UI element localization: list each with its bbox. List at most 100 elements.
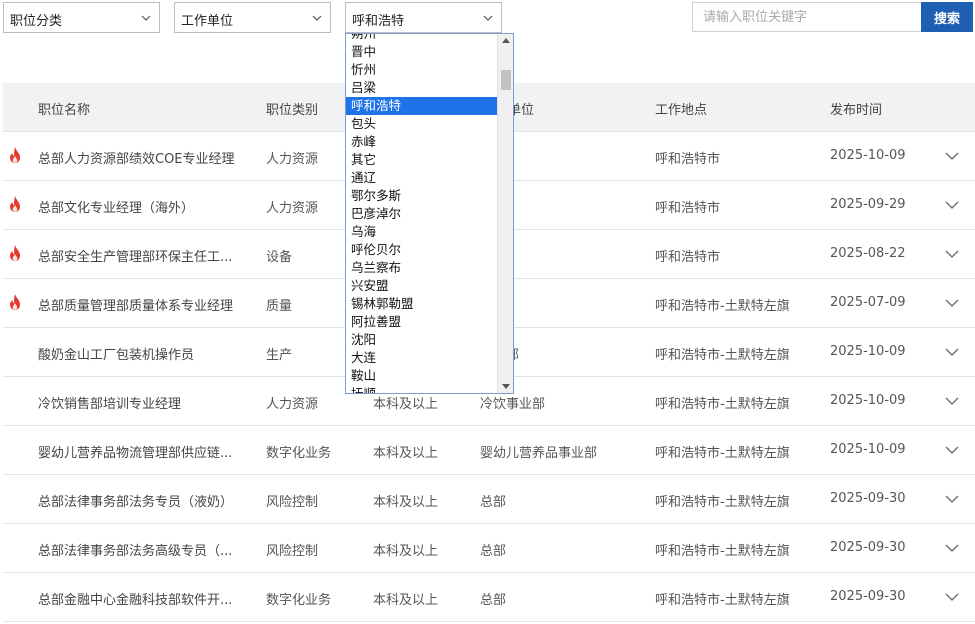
dropdown-option[interactable]: 包头 <box>346 115 497 133</box>
work-location: 呼和浩特市-土默特左旗 <box>655 397 790 412</box>
table-row[interactable]: 婴幼儿营养品物流管理部供应链... 数字化业务 本科及以上 婴幼儿营养品事业部 呼和浩特… <box>3 426 975 475</box>
fire-icon <box>10 196 20 212</box>
publish-date: 2025-09-30 <box>830 540 906 555</box>
job-name[interactable]: 冷饮销售部培训专业经理 <box>38 393 253 412</box>
education-requirement: 本科及以上 <box>373 397 439 412</box>
chevron-down-icon[interactable] <box>945 445 959 455</box>
dropdown-option[interactable]: 抚顺 <box>346 385 497 393</box>
job-category: 风险控制 <box>266 495 319 510</box>
job-category: 人力资源 <box>266 397 319 412</box>
publish-date: 2025-09-29 <box>830 197 906 212</box>
keyword-search-input[interactable] <box>692 2 922 32</box>
dropdown-option[interactable]: 阿拉善盟 <box>346 313 497 331</box>
job-name[interactable]: 总部法律事务部法务专员（液奶） <box>38 491 253 510</box>
dropdown-option[interactable]: 通辽 <box>346 169 497 187</box>
publish-date: 2025-10-09 <box>830 148 906 163</box>
publish-date: 2025-07-09 <box>830 295 906 310</box>
education-requirement: 本科及以上 <box>373 495 439 510</box>
job-name[interactable]: 总部安全生产管理部环保主任工... <box>38 246 253 265</box>
job-name[interactable]: 总部文化专业经理（海外） <box>38 197 253 216</box>
work-unit: 总部 <box>480 593 507 608</box>
work-location: 呼和浩特市-土默特左旗 <box>655 299 790 314</box>
work-unit: 冷饮事业部 <box>480 397 546 412</box>
chevron-down-icon[interactable] <box>945 396 959 406</box>
work-unit: 总部 <box>480 544 507 559</box>
header-job-category: 职位类别 <box>266 103 319 118</box>
fire-icon <box>10 147 20 163</box>
header-job-name: 职位名称 <box>38 103 91 118</box>
chevron-down-icon[interactable] <box>945 494 959 504</box>
dropdown-option[interactable]: 兴安盟 <box>346 277 497 295</box>
publish-date: 2025-09-30 <box>830 491 906 506</box>
dropdown-option[interactable]: 忻州 <box>346 61 497 79</box>
chevron-down-icon[interactable] <box>945 347 959 357</box>
work-location: 呼和浩特市-土默特左旗 <box>655 593 790 608</box>
location-select-value: 呼和浩特 <box>352 14 405 29</box>
table-row[interactable]: 总部法律事务部法务专员（液奶） 风险控制 本科及以上 总部 呼和浩特市-土默特左旗 202… <box>3 475 975 524</box>
header-location: 工作地点 <box>655 103 708 118</box>
job-category: 风险控制 <box>266 544 319 559</box>
location-select[interactable]: 呼和浩特 <box>345 2 502 33</box>
job-name[interactable]: 酸奶金山工厂包装机操作员 <box>38 344 253 363</box>
location-dropdown-list[interactable]: 朔州 晋中 忻州 吕梁 呼和浩特 包头 赤峰 其它 通辽 鄂尔多斯 巴彦淖尔 乌海 呼伦贝尔 乌兰察布 兴安… <box>345 33 514 394</box>
chevron-down-icon[interactable] <box>945 249 959 259</box>
chevron-down-icon[interactable] <box>945 200 959 210</box>
dropdown-option[interactable]: 乌海 <box>346 223 497 241</box>
dropdown-option[interactable]: 大连 <box>346 349 497 367</box>
chevron-down-icon[interactable] <box>945 151 959 161</box>
job-category-select[interactable]: 职位分类 <box>3 2 160 33</box>
job-category: 数字化业务 <box>266 446 332 461</box>
work-unit: 总部 <box>480 495 507 510</box>
dropdown-option[interactable]: 鄂尔多斯 <box>346 187 497 205</box>
job-category-select-value: 职位分类 <box>10 14 63 29</box>
work-location: 呼和浩特市-土默特左旗 <box>655 544 790 559</box>
dropdown-option[interactable]: 鞍山 <box>346 367 497 385</box>
dropdown-scrollbar[interactable] <box>497 34 513 393</box>
dropdown-option[interactable]: 赤峰 <box>346 133 497 151</box>
work-unit-select-value: 工作单位 <box>181 14 234 29</box>
job-name[interactable]: 婴幼儿营养品物流管理部供应链... <box>38 442 253 461</box>
work-unit: 婴幼儿营养品事业部 <box>480 446 598 461</box>
work-location: 呼和浩特市-土默特左旗 <box>655 348 790 363</box>
publish-date: 2025-08-22 <box>830 246 906 261</box>
chevron-down-icon <box>312 15 322 21</box>
dropdown-option[interactable]: 晋中 <box>346 43 497 61</box>
work-location: 呼和浩特市 <box>655 201 721 216</box>
education-requirement: 本科及以上 <box>373 446 439 461</box>
chevron-down-icon <box>483 15 493 21</box>
dropdown-option[interactable]: 其它 <box>346 151 497 169</box>
dropdown-option[interactable]: 吕梁 <box>346 79 497 97</box>
work-location: 呼和浩特市-土默特左旗 <box>655 446 790 461</box>
chevron-down-icon <box>141 15 151 21</box>
table-row[interactable]: 总部金融中心金融科技部软件开... 数字化业务 本科及以上 总部 呼和浩特市-土默特左旗… <box>3 573 975 622</box>
education-requirement: 本科及以上 <box>373 544 439 559</box>
table-row[interactable]: 总部法律事务部法务高级专员（... 风险控制 本科及以上 总部 呼和浩特市-土默特左旗 2… <box>3 524 975 573</box>
work-location: 呼和浩特市 <box>655 250 721 265</box>
work-unit-select[interactable]: 工作单位 <box>174 2 331 33</box>
job-name[interactable]: 总部人力资源部绩效COE专业经理 <box>38 148 253 167</box>
dropdown-option[interactable]: 锡林郭勒盟 <box>346 295 497 313</box>
work-location: 呼和浩特市-土默特左旗 <box>655 495 790 510</box>
search-button[interactable]: 搜索 <box>921 2 973 32</box>
job-name[interactable]: 总部金融中心金融科技部软件开... <box>38 589 253 608</box>
dropdown-option[interactable]: 巴彦淖尔 <box>346 205 497 223</box>
scrollbar-thumb[interactable] <box>501 70 511 90</box>
publish-date: 2025-10-09 <box>830 393 906 408</box>
dropdown-option[interactable]: 呼伦贝尔 <box>346 241 497 259</box>
education-requirement: 本科及以上 <box>373 593 439 608</box>
scroll-down-arrow-icon[interactable] <box>502 384 510 389</box>
dropdown-option[interactable]: 朔州 <box>346 34 497 43</box>
chevron-down-icon[interactable] <box>945 298 959 308</box>
fire-icon <box>10 294 20 310</box>
dropdown-option[interactable]: 沈阳 <box>346 331 497 349</box>
scroll-up-arrow-icon[interactable] <box>502 38 510 43</box>
chevron-down-icon[interactable] <box>945 592 959 602</box>
job-category: 数字化业务 <box>266 593 332 608</box>
dropdown-option[interactable]: 乌兰察布 <box>346 259 497 277</box>
job-name[interactable]: 总部质量管理部质量体系专业经理 <box>38 295 253 314</box>
dropdown-option[interactable]: 呼和浩特 <box>346 97 497 115</box>
publish-date: 2025-09-30 <box>830 589 906 604</box>
chevron-down-icon[interactable] <box>945 543 959 553</box>
job-name[interactable]: 总部法律事务部法务高级专员（... <box>38 540 253 559</box>
publish-date: 2025-10-09 <box>830 442 906 457</box>
